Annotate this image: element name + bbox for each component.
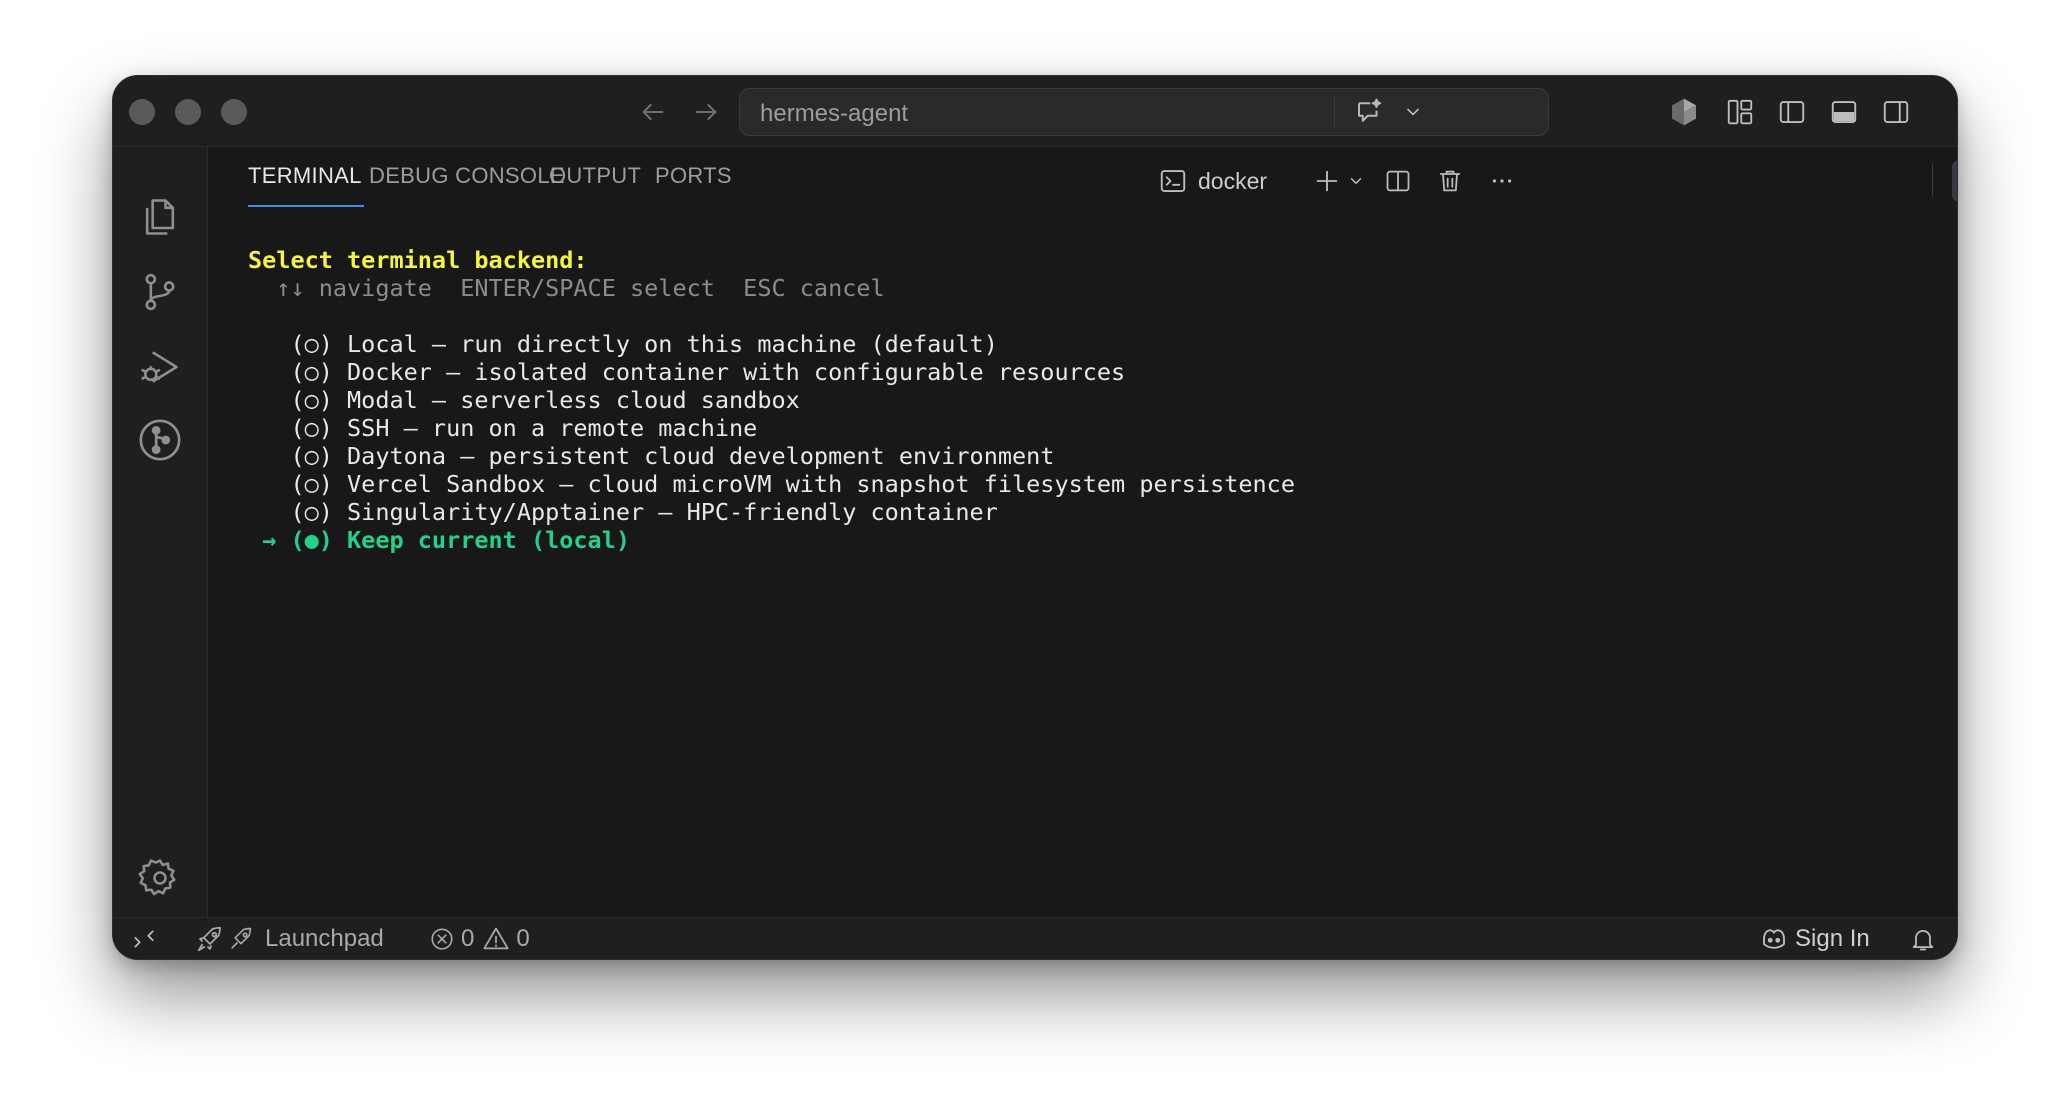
terminal-hint: ↑↓ navigate ENTER/SPACE select ESC cance… xyxy=(248,274,885,302)
activity-run-debug[interactable] xyxy=(134,341,186,393)
vscode-window: hermes-agent TERMINAL DEBUG CONSOLE OUTP… xyxy=(112,75,1958,960)
sidebar-right-icon xyxy=(1883,101,1909,123)
toolbar-divider xyxy=(1932,163,1933,197)
maximize-panel-button[interactable] xyxy=(1952,160,1957,202)
tab-output[interactable]: OUTPUT xyxy=(549,163,641,189)
terminal-option[interactable]: (○) Daytona — persistent cloud developme… xyxy=(248,442,1054,470)
close-window-button[interactable] xyxy=(129,99,155,125)
chevron-down-icon xyxy=(1407,108,1419,116)
tab-terminal[interactable]: TERMINAL xyxy=(248,163,362,189)
launchpad-label: Launchpad xyxy=(265,925,384,952)
terminal-option[interactable]: (○) Modal — serverless cloud sandbox xyxy=(248,386,799,414)
sidebar-left-icon xyxy=(1779,101,1805,123)
copilot-icon xyxy=(1763,929,1785,949)
terminal-option[interactable]: (○) Local — run directly on this machine… xyxy=(248,330,997,358)
rocket-icon xyxy=(197,926,221,952)
notifications-button[interactable] xyxy=(1909,918,1937,959)
rocket-icon xyxy=(231,927,252,949)
toggle-panel-button[interactable] xyxy=(1825,93,1863,131)
active-tab-indicator xyxy=(248,205,364,207)
explorer-icon xyxy=(145,199,175,235)
sign-in-label: Sign In xyxy=(1795,925,1870,952)
kill-terminal-button[interactable] xyxy=(1430,161,1470,201)
terminal-selector[interactable]: docker xyxy=(1158,161,1267,201)
terminal-option[interactable]: (○) Vercel Sandbox — cloud microVM with … xyxy=(248,470,1295,498)
sign-in-item[interactable]: Sign In xyxy=(1759,918,1870,959)
terminal-option-selected[interactable]: → (●) Keep current (local) xyxy=(248,526,630,554)
settings-gear-icon xyxy=(138,859,176,896)
bell-icon xyxy=(1912,929,1934,951)
terminal-prompt-title: Select terminal backend: xyxy=(248,246,588,274)
status-bar: Launchpad 0 0 Sign In xyxy=(113,917,1957,959)
forward-button[interactable] xyxy=(686,92,726,132)
chevron-down-icon xyxy=(1350,178,1362,185)
plus-icon xyxy=(1316,170,1338,192)
warning-count: 0 xyxy=(516,925,530,952)
toggle-secondary-sidebar-button[interactable] xyxy=(1877,93,1915,131)
terminal-option[interactable]: (○) Docker — isolated container with con… xyxy=(248,358,1125,386)
more-actions-button[interactable] xyxy=(1482,161,1522,201)
ellipsis-icon xyxy=(1492,179,1512,183)
arrow-right-icon xyxy=(695,103,717,121)
git-graph-icon xyxy=(139,419,181,461)
title-bar: hermes-agent xyxy=(113,76,1957,147)
layout-icon xyxy=(1727,99,1753,125)
terminal-option[interactable]: (○) SSH — run on a remote machine xyxy=(248,414,757,442)
new-terminal-button[interactable] xyxy=(1310,161,1344,201)
command-center-text: hermes-agent xyxy=(760,100,909,127)
split-icon xyxy=(1386,170,1410,192)
terminal-name: docker xyxy=(1198,167,1268,194)
remote-icon xyxy=(134,930,154,948)
minimize-window-button[interactable] xyxy=(175,99,201,125)
command-center-divider xyxy=(1334,97,1335,127)
activity-settings[interactable] xyxy=(134,852,186,904)
back-button[interactable] xyxy=(633,92,673,132)
tab-ports[interactable]: PORTS xyxy=(655,163,732,189)
source-control-icon xyxy=(145,273,175,311)
warning-triangle-icon xyxy=(483,927,509,950)
chat-dropdown-button[interactable] xyxy=(1398,97,1428,127)
remote-indicator[interactable] xyxy=(131,918,157,959)
tab-debug-console[interactable]: DEBUG CONSOLE xyxy=(369,163,565,189)
chat-button[interactable] xyxy=(1350,95,1388,129)
trash-icon xyxy=(1439,170,1461,192)
run-debug-icon xyxy=(141,351,178,383)
arrow-left-icon xyxy=(642,103,664,121)
cube-icon xyxy=(1672,98,1696,126)
panel-bottom-icon xyxy=(1831,101,1857,123)
toggle-primary-sidebar-button[interactable] xyxy=(1773,93,1811,131)
launchpad-item[interactable]: Launchpad xyxy=(195,918,384,959)
activity-explorer[interactable] xyxy=(134,191,186,243)
terminal-option[interactable]: (○) Singularity/Apptainer — HPC-friendly… xyxy=(248,498,997,526)
activity-bar xyxy=(113,147,208,917)
terminal-icon xyxy=(1160,170,1186,192)
chat-sparkle-icon xyxy=(1358,98,1382,122)
extension-button[interactable] xyxy=(1665,93,1703,131)
customize-layout-button[interactable] xyxy=(1721,93,1759,131)
problems-indicator[interactable]: 0 0 xyxy=(429,918,530,959)
error-count: 0 xyxy=(461,925,475,952)
activity-source-control[interactable] xyxy=(134,266,186,318)
terminal-launch-profile-button[interactable] xyxy=(1344,161,1368,201)
command-center-search[interactable]: hermes-agent xyxy=(739,88,1549,136)
error-circle-icon xyxy=(431,928,453,950)
zoom-window-button[interactable] xyxy=(221,99,247,125)
activity-git-graph[interactable] xyxy=(134,414,186,466)
split-terminal-button[interactable] xyxy=(1378,161,1418,201)
